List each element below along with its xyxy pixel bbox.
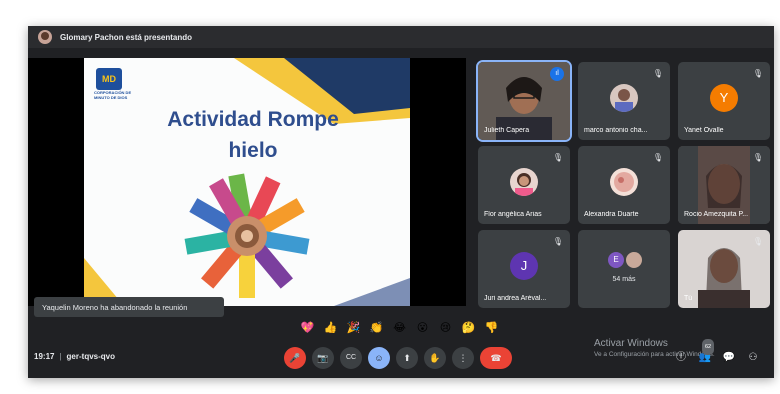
reaction-bar: 💖 👍 🎉 👏 😂 😮 😢 🤔 👎	[298, 320, 501, 336]
mic-off-icon: 🎙	[752, 153, 764, 162]
activities-icon[interactable]: ⚇	[746, 351, 760, 365]
participant-tile[interactable]: 🎙 marco antonio cha...	[578, 62, 670, 140]
reaction-clap[interactable]: 👏	[367, 320, 386, 336]
participant-tile[interactable]: J 🎙 Juri andrea Aréval...	[478, 230, 570, 308]
participant-name: marco antonio cha...	[584, 127, 648, 134]
participant-name: Juri andrea Aréval...	[484, 295, 547, 302]
presentation-slide: MD CORPORACIÓN DE MINUTO DE DIOS Activid…	[84, 58, 410, 306]
meeting-separator: |	[59, 352, 62, 361]
presenter-bar: Glomary Pachon está presentando	[28, 26, 774, 48]
chat-icon[interactable]: 💬	[722, 351, 736, 365]
slide-title-line2: hielo	[228, 139, 278, 162]
participant-tile[interactable]: 🎙 Rocio Amezquita P...	[678, 146, 770, 224]
present-screen-button[interactable]: ⬆	[396, 347, 418, 369]
reaction-thumbs-down[interactable]: 👎	[482, 320, 501, 336]
slide-logo: MD	[96, 68, 122, 90]
participant-name: Yanet Ovalle	[684, 127, 724, 134]
reaction-surprised[interactable]: 😮	[413, 320, 432, 336]
slide-title: Actividad Rompe hielo	[144, 104, 362, 166]
watermark-title: Activar Windows	[594, 338, 668, 349]
participant-name: Flor angélica Arias	[484, 211, 542, 218]
meet-window: Glomary Pachon está presentando MD CORPO…	[28, 26, 774, 378]
reaction-heart[interactable]: 💖	[298, 320, 317, 336]
participant-avatar	[510, 168, 538, 196]
participant-avatar	[610, 84, 638, 112]
meeting-info: 19:17 | ger-tqvs-qvo	[34, 352, 115, 361]
camera-toggle-button[interactable]: 📷	[312, 347, 334, 369]
participant-name: Julieth Capera	[484, 127, 530, 134]
emoji-reactions-button[interactable]: ☺	[368, 347, 390, 369]
captions-button[interactable]: CC	[340, 347, 362, 369]
info-icon[interactable]: ⓘ	[674, 351, 688, 365]
participant-tile[interactable]: 🎙 Alexandra Duarte	[578, 146, 670, 224]
participant-tile[interactable]: ıl Julieth Capera	[476, 60, 572, 142]
reaction-party[interactable]: 🎉	[344, 320, 363, 336]
mic-off-icon: 🎙	[652, 69, 664, 78]
mic-off-icon: 🎙	[752, 237, 764, 246]
self-tile[interactable]: 🎙 Tú	[678, 230, 770, 308]
reaction-thinking[interactable]: 🤔	[459, 320, 478, 336]
meeting-code: ger-tqvs-qvo	[66, 352, 115, 361]
raise-hand-button[interactable]: ✋	[424, 347, 446, 369]
reaction-sad[interactable]: 😢	[436, 320, 455, 336]
participant-name: Tú	[684, 295, 693, 302]
call-controls: 🎤 📷 CC ☺ ⬆ ✋ ⋮ ☎	[284, 347, 512, 369]
more-options-button[interactable]: ⋮	[452, 347, 474, 369]
mic-off-icon: 🎙	[652, 153, 664, 162]
slide-logo-text: CORPORACIÓN DE MINUTO DE DIOS	[94, 90, 132, 100]
presenter-avatar	[38, 30, 52, 44]
speaking-indicator-icon: ıl	[550, 67, 564, 81]
participant-avatar: Y	[710, 84, 738, 112]
microphone-toggle-button[interactable]: 🎤	[284, 347, 306, 369]
people-icon[interactable]: 👥 62	[698, 339, 715, 365]
mic-off-icon: 🎙	[752, 69, 764, 78]
end-call-button[interactable]: ☎	[480, 347, 512, 369]
participant-avatar: J	[510, 252, 538, 280]
side-controls: ⓘ 👥 62 💬 ⚇	[674, 339, 760, 365]
participant-name: Alexandra Duarte	[584, 211, 639, 218]
meeting-time: 19:17	[34, 352, 55, 361]
participant-avatar	[626, 252, 642, 268]
participant-avatar	[610, 168, 638, 196]
more-participants-tile[interactable]: E 54 más	[578, 230, 670, 308]
more-participants-count: 54 más	[612, 276, 636, 283]
participant-name: Rocio Amezquita P...	[684, 211, 749, 218]
notification-toast: Yaquelin Moreno ha abandonado la reunión	[34, 297, 224, 317]
reaction-laugh[interactable]: 😂	[390, 320, 409, 336]
participant-tile[interactable]: 🎙 Flor angélica Arias	[478, 146, 570, 224]
participant-avatar: E	[608, 252, 624, 268]
mic-off-icon: 🎙	[552, 153, 564, 162]
presenter-text: Glomary Pachon está presentando	[60, 32, 193, 42]
mic-off-icon: 🎙	[552, 237, 564, 246]
shared-screen: MD CORPORACIÓN DE MINUTO DE DIOS Activid…	[28, 58, 466, 306]
reaction-thumbs-up[interactable]: 👍	[321, 320, 340, 336]
participant-tile[interactable]: Y 🎙 Yanet Ovalle	[678, 62, 770, 140]
slide-title-line1: Actividad Rompe	[167, 108, 339, 131]
people-count-badge: 62	[702, 339, 715, 355]
